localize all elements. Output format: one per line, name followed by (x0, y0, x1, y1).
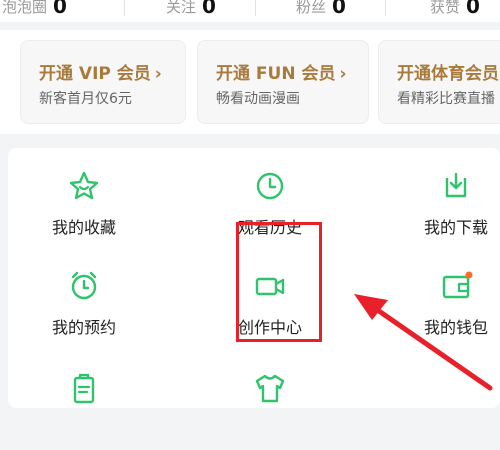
my-reservations-item[interactable]: 我的预约 (24, 268, 144, 348)
stat-following[interactable]: 关注 0 (166, 0, 216, 18)
item-label: 我的收藏 (51, 218, 116, 237)
highlight-box (236, 222, 322, 342)
chevron-right-icon: › (154, 64, 162, 84)
card-subtitle: 畅看动画漫画 (216, 91, 300, 107)
stat-label: 获赞 (430, 0, 461, 16)
stat-value: 0 (332, 0, 346, 18)
alarm-clock-icon (71, 271, 97, 300)
stat-label: 粉丝 (296, 0, 327, 16)
card-title: 开通体育会员 (397, 64, 499, 84)
my-favorites-item[interactable]: 我的收藏 (24, 168, 144, 248)
sports-membership-card[interactable]: 开通体育会员 看精彩比赛直播 (378, 40, 500, 124)
outfit-item[interactable] (210, 370, 330, 450)
stat-label: 泡泡圈 (2, 0, 48, 16)
clipboard-item[interactable] (24, 370, 144, 450)
fun-membership-card[interactable]: 开通 FUN 会员 › 畅看动画漫画 (197, 40, 369, 124)
item-label: 我的下载 (423, 218, 488, 237)
divider (255, 0, 256, 16)
pointer-arrow-icon (354, 294, 493, 391)
stat-value: 0 (202, 0, 216, 18)
chevron-right-icon: › (339, 64, 347, 84)
stat-bubble-circle[interactable]: 泡泡圈 0 (2, 0, 67, 18)
card-title: 开通 FUN 会员 › (216, 64, 347, 84)
stat-followers[interactable]: 粉丝 0 (296, 0, 346, 18)
vip-membership-card[interactable]: 开通 VIP 会员 › 新客首月仅6元 (20, 40, 186, 124)
divider (385, 0, 386, 16)
star-icon (69, 171, 99, 200)
stats-row: 泡泡圈 0 关注 0 粉丝 0 获赞 0 (0, 0, 500, 22)
item-label: 我的预约 (51, 318, 116, 337)
stat-label: 关注 (166, 0, 197, 16)
card-subtitle: 看精彩比赛直播 (397, 91, 495, 107)
clock-icon (256, 172, 284, 200)
membership-strip: 开通 VIP 会员 › 新客首月仅6元 开通 FUN 会员 › 畅看动画漫画 开通体… (0, 30, 500, 134)
shirt-icon (255, 374, 285, 403)
stat-value: 0 (466, 0, 480, 18)
stat-likes[interactable]: 获赞 0 (430, 0, 480, 18)
clipboard-icon (73, 373, 95, 404)
download-icon (445, 172, 467, 198)
my-downloads-item[interactable]: 我的下载 (396, 168, 500, 248)
divider (124, 0, 125, 16)
card-title: 开通 VIP 会员 › (39, 64, 162, 84)
card-subtitle: 新客首月仅6元 (39, 91, 132, 107)
stat-value: 0 (53, 0, 67, 18)
